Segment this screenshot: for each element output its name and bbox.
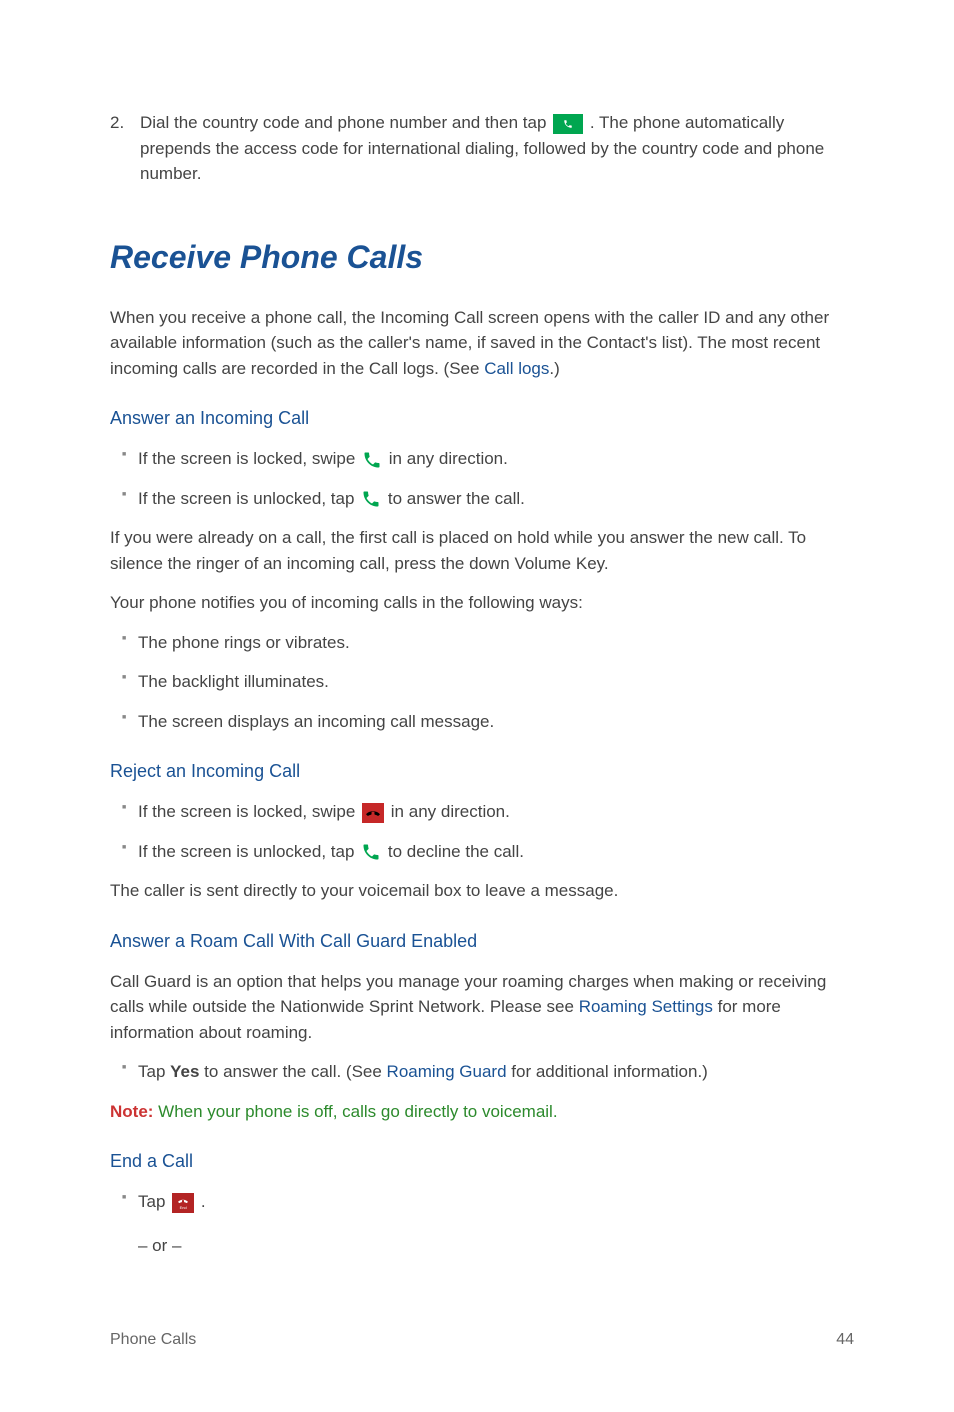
dial-icon (553, 114, 583, 134)
step-2: 2. Dial the country code and phone numbe… (110, 110, 854, 187)
tap-decline-icon (361, 842, 381, 862)
intro-paragraph: When you receive a phone call, the Incom… (110, 305, 854, 382)
notification-ways-list: The phone rings or vibrates. The backlig… (110, 630, 854, 735)
answer-notify-para: Your phone notifies you of incoming call… (110, 590, 854, 616)
list-item: The phone rings or vibrates. (110, 630, 854, 656)
list-item: If the screen is locked, swipe in any di… (110, 446, 854, 472)
roam-paragraph: Call Guard is an option that helps you m… (110, 969, 854, 1046)
note-label: Note: (110, 1102, 153, 1121)
list-item: If the screen is locked, swipe in any di… (110, 799, 854, 825)
list-item: The screen displays an incoming call mes… (110, 709, 854, 735)
tap-answer-icon (361, 489, 381, 509)
text: If the screen is locked, swipe (138, 802, 360, 821)
list-item: Tap End . (110, 1189, 854, 1215)
swipe-reject-icon (362, 803, 384, 823)
text: to answer the call. (388, 489, 525, 508)
note-line: Note: When your phone is off, calls go d… (110, 1099, 854, 1125)
list-item: If the screen is unlocked, tap to declin… (110, 839, 854, 865)
text: If the screen is unlocked, tap (138, 489, 359, 508)
text: Tap (138, 1192, 170, 1211)
step-text-before: Dial the country code and phone number a… (140, 113, 551, 132)
heading-roam: Answer a Roam Call With Call Guard Enabl… (110, 928, 854, 955)
answer-list: If the screen is locked, swipe in any di… (110, 446, 854, 511)
end-icon-label: End (180, 1206, 187, 1210)
text: in any direction. (389, 449, 508, 468)
heading-receive-calls: Receive Phone Calls (110, 233, 854, 281)
step-number: 2. (110, 110, 140, 187)
text: in any direction. (391, 802, 510, 821)
intro-after: .) (549, 359, 559, 378)
swipe-answer-icon (362, 450, 382, 470)
text: If the screen is unlocked, tap (138, 842, 359, 861)
heading-end-call: End a Call (110, 1148, 854, 1175)
footer-page-number: 44 (836, 1328, 854, 1352)
intro-text: When you receive a phone call, the Incom… (110, 308, 829, 378)
link-call-logs[interactable]: Call logs (484, 359, 549, 378)
answer-hold-para: If you were already on a call, the first… (110, 525, 854, 576)
list-item: Tap Yes to answer the call. (See Roaming… (110, 1059, 854, 1085)
roam-list: Tap Yes to answer the call. (See Roaming… (110, 1059, 854, 1085)
heading-answer: Answer an Incoming Call (110, 405, 854, 432)
footer-section: Phone Calls (110, 1328, 196, 1352)
text: . (201, 1192, 206, 1211)
text: Tap (138, 1062, 170, 1081)
page-footer: Phone Calls 44 (110, 1328, 854, 1352)
text: to answer the call. (See (199, 1062, 386, 1081)
end-call-list: Tap End . (110, 1189, 854, 1215)
list-item: The backlight illuminates. (110, 669, 854, 695)
text: If the screen is locked, swipe (138, 449, 360, 468)
link-roaming-guard[interactable]: Roaming Guard (387, 1062, 507, 1081)
note-text: When your phone is off, calls go directl… (153, 1102, 557, 1121)
heading-reject: Reject an Incoming Call (110, 758, 854, 785)
link-roaming-settings[interactable]: Roaming Settings (579, 997, 713, 1016)
or-separator: – or – (110, 1233, 854, 1259)
reject-voicemail-para: The caller is sent directly to your voic… (110, 878, 854, 904)
end-call-icon: End (172, 1193, 194, 1213)
yes-bold: Yes (170, 1062, 199, 1081)
step-text: Dial the country code and phone number a… (140, 110, 854, 187)
text: for additional information.) (507, 1062, 708, 1081)
list-item: If the screen is unlocked, tap to answer… (110, 486, 854, 512)
text: to decline the call. (388, 842, 524, 861)
reject-list: If the screen is locked, swipe in any di… (110, 799, 854, 864)
